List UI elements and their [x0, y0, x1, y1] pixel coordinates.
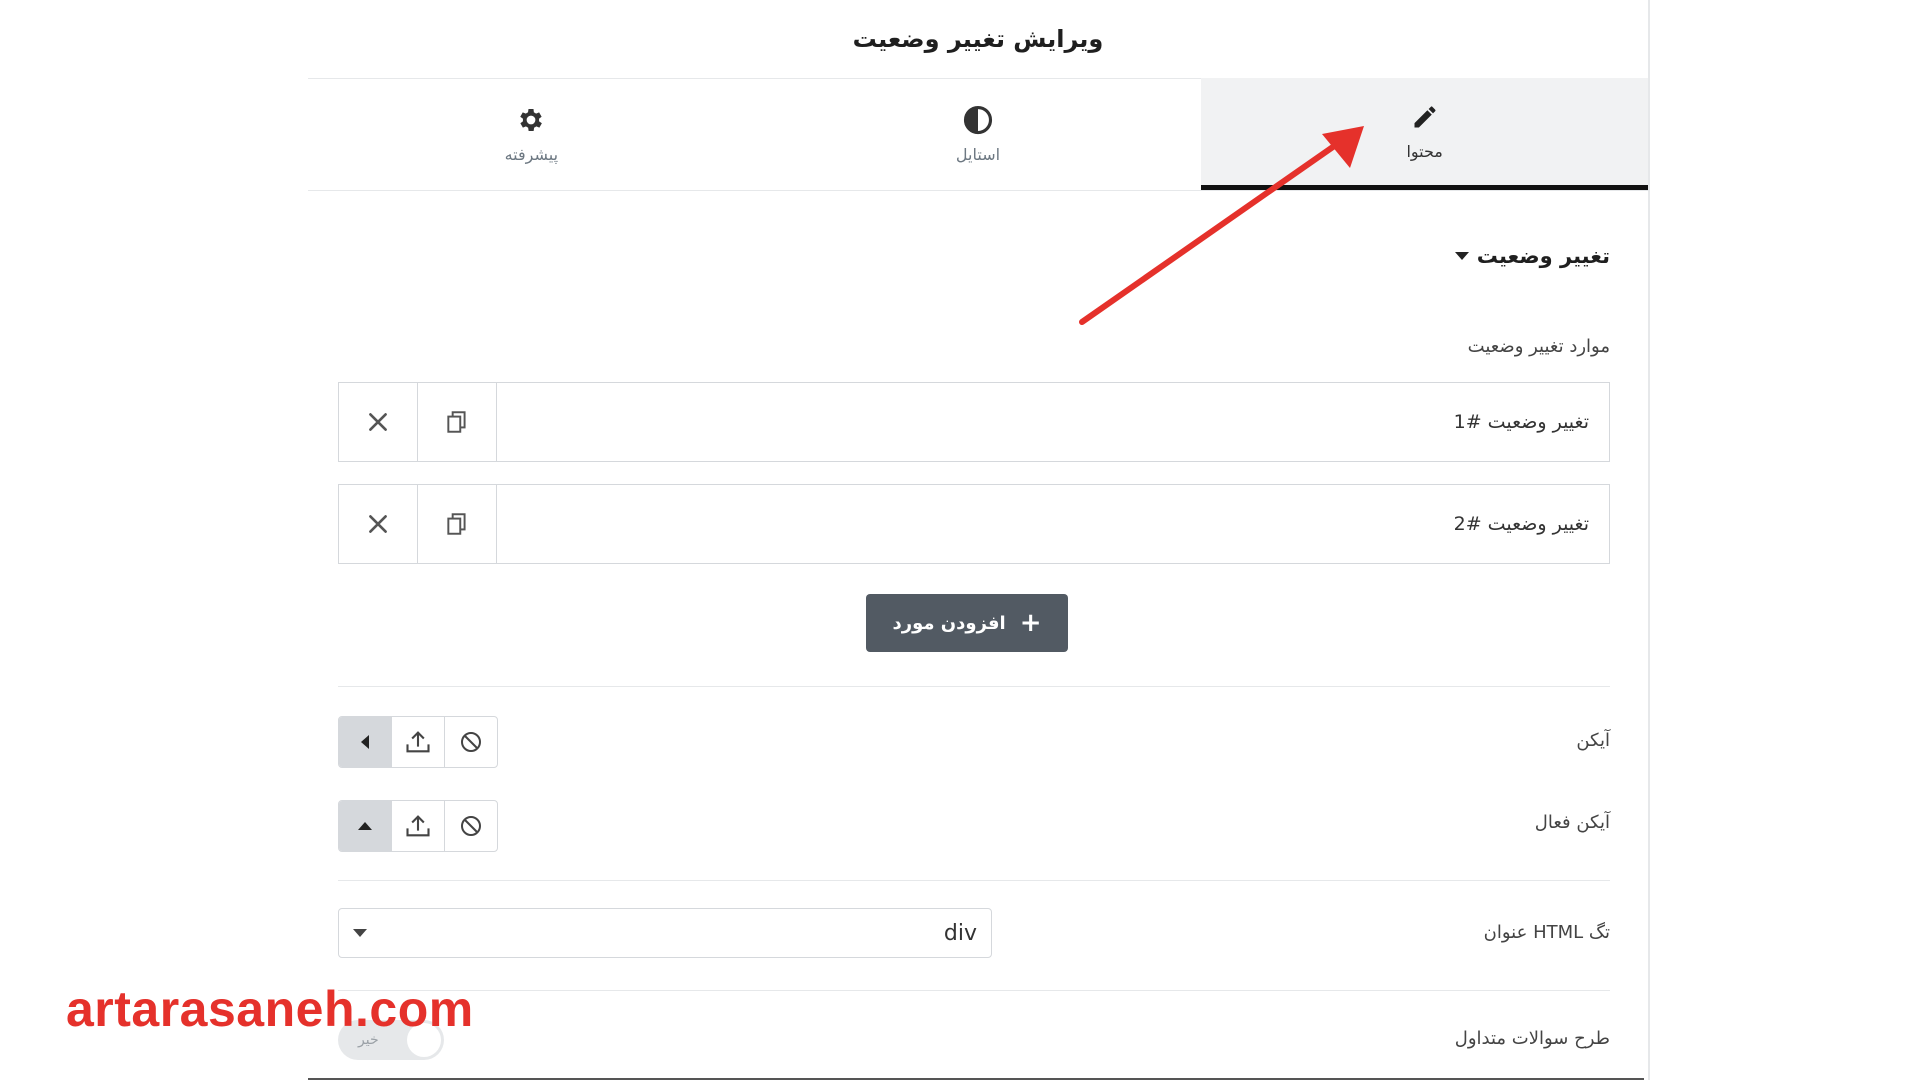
tab-bar: محتوا استایل پیشرفته: [308, 78, 1648, 191]
section-toggle-header[interactable]: تغییر وضعیت: [1454, 244, 1610, 268]
chevron-down-icon: [353, 929, 367, 937]
copy-icon: [447, 411, 466, 433]
add-item-button[interactable]: + افزودن مورد: [866, 594, 1068, 652]
active-icon-library-button[interactable]: [339, 801, 392, 851]
tab-content-label: محتوا: [1406, 142, 1443, 161]
repeater-item-title: تغییر وضعیت #2: [1453, 513, 1589, 535]
divider: [338, 880, 1610, 881]
plus-icon: +: [1019, 608, 1042, 638]
repeater-item-title: تغییر وضعیت #1: [1453, 411, 1589, 433]
close-icon: [369, 515, 387, 533]
tab-advanced[interactable]: پیشرفته: [308, 78, 755, 190]
remove-item-button[interactable]: [339, 485, 418, 563]
duplicate-item-button[interactable]: [418, 485, 497, 563]
title-tag-value: div: [943, 920, 977, 946]
ban-icon: [461, 816, 481, 836]
duplicate-item-button[interactable]: [418, 383, 497, 461]
divider: [338, 990, 1610, 991]
caret-up-icon: [358, 822, 372, 830]
title-tag-label: تگ HTML عنوان: [1483, 922, 1610, 943]
upload-icon: [406, 815, 430, 837]
section-title: تغییر وضعیت: [1476, 244, 1610, 268]
pencil-icon: [1410, 102, 1440, 132]
upload-icon: [406, 731, 430, 753]
tab-style[interactable]: استایل: [755, 78, 1202, 190]
icon-picker: [338, 716, 498, 768]
editor-panel: ویرایش تغییر وضعیت محتوا استایل پیشرفته …: [308, 0, 1650, 1080]
active-icon-field-label: آیکن فعال: [1534, 812, 1610, 833]
active-icon-none-button[interactable]: [445, 801, 497, 851]
copy-icon: [447, 513, 466, 535]
tab-style-label: استایل: [955, 144, 1001, 164]
panel-title: ویرایش تغییر وضعیت: [308, 0, 1648, 79]
faq-schema-label: طرح سوالات متداول: [1454, 1028, 1610, 1049]
active-icon-upload-button[interactable]: [392, 801, 445, 851]
icon-picker-none-button[interactable]: [445, 717, 497, 767]
divider: [338, 686, 1610, 687]
icon-picker-library-button[interactable]: [339, 717, 392, 767]
icon-field-label: آیکن: [1576, 730, 1610, 751]
caret-left-icon: [361, 735, 369, 749]
ban-icon: [461, 732, 481, 752]
close-icon: [369, 413, 387, 431]
tab-advanced-label: پیشرفته: [504, 144, 559, 164]
repeater-label: موارد تغییر وضعیت: [1467, 336, 1610, 357]
contrast-icon: [963, 105, 993, 135]
add-item-label: افزودن مورد: [892, 612, 1006, 634]
repeater-item[interactable]: تغییر وضعیت #2: [338, 484, 1610, 564]
title-tag-select[interactable]: div: [338, 908, 992, 958]
icon-picker-upload-button[interactable]: [392, 717, 445, 767]
tab-content[interactable]: محتوا: [1201, 78, 1648, 190]
watermark-logo: artarasaneh.com: [66, 981, 474, 1037]
caret-down-icon: [1454, 252, 1469, 260]
gear-icon: [516, 105, 546, 135]
remove-item-button[interactable]: [339, 383, 418, 461]
repeater-item[interactable]: تغییر وضعیت #1: [338, 382, 1610, 462]
active-icon-picker: [338, 800, 498, 852]
